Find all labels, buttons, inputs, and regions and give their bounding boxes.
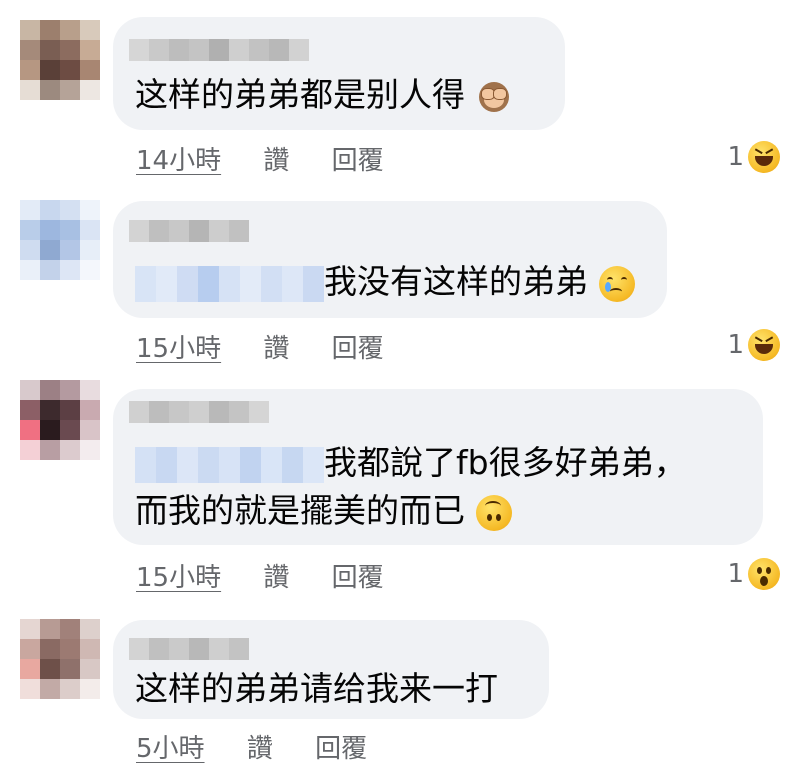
reply-button[interactable]: 回覆 [332, 334, 384, 364]
comment-bubble: 这样的弟弟都是别人得 [113, 17, 565, 130]
timestamp-link[interactable]: 14小時 [136, 146, 221, 176]
comment-bubble: 我都說了fb很多好弟弟， 而我的就是擺美的而已 [113, 389, 763, 545]
reaction-summary[interactable]: 1 [727, 557, 780, 591]
comment-text-line1: 我都說了fb很多好弟弟， [135, 441, 687, 485]
reaction-summary[interactable]: 1 [727, 328, 780, 362]
timestamp-link[interactable]: 15小時 [136, 563, 221, 593]
mentioned-user-blurred[interactable] [135, 446, 324, 483]
comment-thread: 这样的弟弟都是别人得 14小時 讚 回覆 1 我没有这样的弟弟 15小時 讚 回… [0, 0, 800, 775]
comment-bubble: 这样的弟弟请给我来一打 [113, 620, 549, 719]
like-button[interactable]: 讚 [247, 734, 273, 764]
comment-actions: 15小時 讚 回覆 [136, 557, 418, 593]
avatar[interactable] [20, 380, 100, 460]
avatar[interactable] [20, 20, 100, 100]
comment-text-line2: 而我的就是擺美的而已 [135, 489, 512, 533]
upside-down-face-emoji [475, 494, 512, 531]
see-no-evil-monkey-emoji [476, 80, 512, 114]
reaction-summary[interactable]: 1 [727, 140, 780, 174]
crying-face-emoji [598, 265, 635, 302]
reply-button[interactable]: 回覆 [332, 563, 384, 593]
reaction-count: 1 [727, 559, 744, 589]
comment-actions: 15小時 讚 回覆 [136, 328, 418, 364]
timestamp-link[interactable]: 15小時 [136, 334, 221, 364]
reaction-count: 1 [727, 142, 744, 172]
laughing-reaction-icon [748, 141, 780, 173]
comment-actions: 5小時 讚 回覆 [136, 728, 401, 764]
reaction-count: 1 [727, 330, 744, 360]
like-button[interactable]: 讚 [263, 563, 289, 593]
laughing-reaction-icon [748, 329, 780, 361]
like-button[interactable]: 讚 [263, 334, 289, 364]
mentioned-user-blurred[interactable] [135, 265, 324, 302]
author-name-blurred[interactable] [129, 39, 309, 61]
comment-text: 我没有这样的弟弟 [135, 260, 635, 304]
author-name-blurred[interactable] [129, 220, 249, 242]
author-name-blurred[interactable] [129, 638, 249, 660]
author-name-blurred[interactable] [129, 401, 269, 423]
timestamp-link[interactable]: 5小時 [136, 734, 205, 764]
like-button[interactable]: 讚 [263, 146, 289, 176]
avatar[interactable] [20, 619, 100, 699]
comment-text: 这样的弟弟请给我来一打 [135, 669, 498, 708]
reply-button[interactable]: 回覆 [315, 734, 367, 764]
reply-button[interactable]: 回覆 [332, 146, 384, 176]
comment-bubble: 我没有这样的弟弟 [113, 201, 667, 318]
wow-reaction-icon [748, 558, 780, 590]
comment-text: 这样的弟弟都是别人得 [135, 73, 512, 117]
comment-actions: 14小時 讚 回覆 [136, 140, 418, 176]
avatar[interactable] [20, 200, 100, 280]
